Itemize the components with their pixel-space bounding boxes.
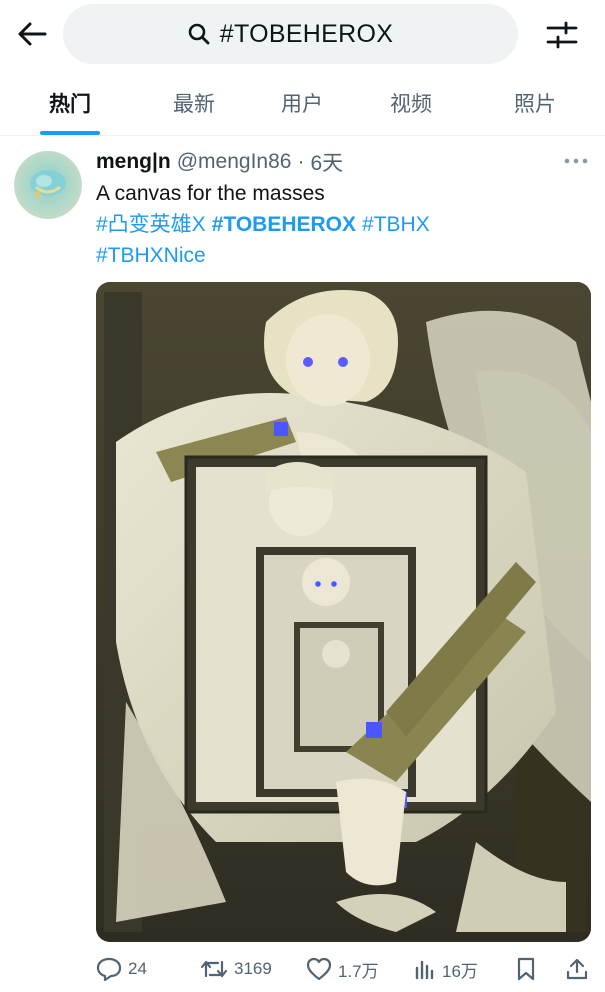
search-query: #TOBEHEROX — [219, 19, 394, 48]
hashtag-link[interactable]: #TBHXNice — [96, 244, 206, 267]
more-horizontal-icon — [564, 158, 588, 164]
bar-chart-icon — [415, 960, 434, 980]
post-image[interactable] — [96, 282, 591, 942]
repost-icon — [200, 960, 228, 978]
tab-videos[interactable]: 视频 — [356, 70, 466, 136]
display-name[interactable]: meng|n — [96, 150, 171, 174]
tab-people[interactable]: 用户 — [247, 70, 357, 136]
tab-latest[interactable]: 最新 — [139, 70, 249, 136]
search-input[interactable]: #TOBEHEROX — [63, 4, 518, 64]
share-icon — [566, 958, 588, 980]
arrow-left-icon — [18, 22, 47, 46]
post-actions: 24 3169 1.7万 16万 — [96, 952, 591, 986]
hashtag-link[interactable]: #TOBEHEROX — [212, 213, 356, 236]
bookmark-icon — [517, 957, 535, 981]
search-tabs: 热门 最新 用户 视频 照片 — [0, 70, 605, 136]
reply-icon — [96, 957, 122, 981]
post-text: A canvas for the masses — [96, 182, 325, 205]
avatar[interactable] — [14, 151, 82, 219]
repost-button[interactable]: 3169 — [200, 952, 272, 986]
active-tab-indicator — [40, 131, 100, 135]
post[interactable]: meng|n @mengIn86 · 6天 A canvas for the m… — [0, 137, 605, 992]
post-hashtags: #凸变英雄X #TOBEHEROX #TBHX #TBHXNice — [96, 209, 591, 271]
bookmark-button[interactable] — [516, 952, 536, 986]
back-button[interactable] — [14, 18, 50, 50]
hashtag-link[interactable]: #TBHX — [362, 213, 430, 236]
tab-top[interactable]: 热门 — [15, 70, 125, 136]
user-handle[interactable]: @mengIn86 — [177, 150, 292, 174]
hashtag-link[interactable]: #凸变英雄X — [96, 213, 206, 236]
like-count: 1.7万 — [338, 961, 379, 981]
share-button[interactable] — [566, 952, 588, 986]
illustration-image — [96, 282, 591, 942]
repost-count: 3169 — [234, 959, 272, 978]
heart-icon — [306, 957, 332, 981]
view-count: 16万 — [442, 961, 478, 981]
more-options-button[interactable] — [562, 151, 590, 171]
views-button[interactable]: 16万 — [414, 952, 478, 986]
reply-button[interactable]: 24 — [96, 952, 147, 986]
reply-count: 24 — [128, 959, 147, 978]
sliders-icon — [546, 21, 578, 49]
like-button[interactable]: 1.7万 — [306, 952, 379, 986]
separator-dot: · — [297, 150, 305, 173]
search-icon — [188, 23, 210, 45]
avatar-image — [30, 170, 66, 199]
post-header: meng|n @mengIn86 · 6天 — [96, 147, 343, 177]
top-bar: #TOBEHEROX — [0, 0, 605, 68]
search-filter-button[interactable] — [544, 18, 580, 52]
tab-photos[interactable]: 照片 — [480, 70, 590, 136]
post-timestamp[interactable]: 6天 — [310, 147, 343, 177]
